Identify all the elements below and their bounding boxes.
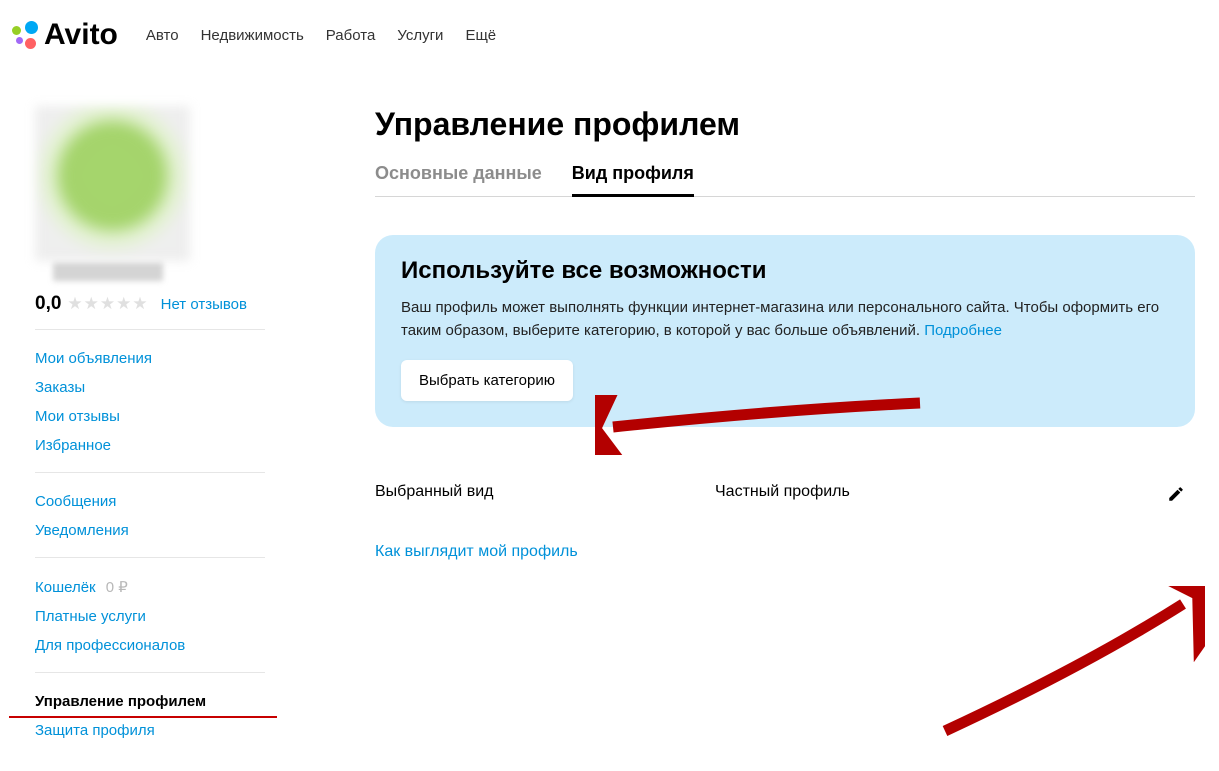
nav-services[interactable]: Услуги <box>397 27 443 44</box>
sidebar-group-1: Мои объявления Заказы Мои отзывы Избранн… <box>35 344 265 473</box>
nav-realty[interactable]: Недвижимость <box>201 27 304 44</box>
choose-category-button[interactable]: Выбрать категорию <box>401 360 573 401</box>
sidebar-item-manage-profile[interactable]: Управление профилем <box>35 687 265 716</box>
nav-more[interactable]: Ещё <box>465 27 496 44</box>
sidebar-item-reviews[interactable]: Мои отзывы <box>35 402 265 431</box>
promo-more-link[interactable]: Подробнее <box>924 322 1002 339</box>
wallet-label: Кошелёк <box>35 579 96 596</box>
logo-dots-icon <box>10 20 40 50</box>
sidebar-item-security[interactable]: Защита профиля <box>35 716 265 745</box>
top-header: Avito Авто Недвижимость Работа Услуги Ещ… <box>0 0 1219 70</box>
avatar[interactable] <box>35 106 190 261</box>
sidebar-item-notifications[interactable]: Уведомления <box>35 516 265 545</box>
selected-view-value: Частный профиль <box>715 483 1195 501</box>
sidebar-item-pro[interactable]: Для профессионалов <box>35 631 265 660</box>
profile-preview-link-row: Как выглядит мой профиль <box>375 543 1195 561</box>
promo-text: Ваш профиль может выполнять функции инте… <box>401 297 1169 342</box>
brand-text: Avito <box>44 18 118 52</box>
sidebar-group-2: Сообщения Уведомления <box>35 487 265 558</box>
rating-row: 0,0 ★★★★★ Нет отзывов <box>35 291 265 330</box>
top-nav: Авто Недвижимость Работа Услуги Ещё <box>146 27 496 44</box>
selected-view-row: Выбранный вид Частный профиль <box>375 483 1195 501</box>
nav-auto[interactable]: Авто <box>146 27 179 44</box>
promo-banner: Используйте все возможности Ваш профиль … <box>375 235 1195 427</box>
wallet-amount: 0 ₽ <box>106 579 128 596</box>
sidebar-item-paid[interactable]: Платные услуги <box>35 602 265 631</box>
sidebar-item-messages[interactable]: Сообщения <box>35 487 265 516</box>
rating-value: 0,0 <box>35 293 61 315</box>
edit-icon[interactable] <box>1167 485 1185 503</box>
stars-icon: ★★★★★ <box>67 294 148 314</box>
sidebar-group-3: Кошелёк 0 ₽ Платные услуги Для профессио… <box>35 572 265 673</box>
promo-title: Используйте все возможности <box>401 257 1169 285</box>
sidebar: 0,0 ★★★★★ Нет отзывов Мои объявления Зак… <box>35 106 265 771</box>
profile-preview-link[interactable]: Как выглядит мой профиль <box>375 543 578 560</box>
tabs: Основные данные Вид профиля <box>375 163 1195 197</box>
selected-view-label: Выбранный вид <box>375 483 715 501</box>
annotation-arrow-icon <box>935 586 1205 736</box>
tab-profile-view[interactable]: Вид профиля <box>572 163 694 197</box>
no-reviews-link[interactable]: Нет отзывов <box>161 296 247 313</box>
sidebar-item-favorites[interactable]: Избранное <box>35 431 265 460</box>
sidebar-item-ads[interactable]: Мои объявления <box>35 344 265 373</box>
page-title: Управление профилем <box>375 106 1195 143</box>
content: Управление профилем Основные данные Вид … <box>375 106 1195 771</box>
username-blurred <box>53 263 163 281</box>
sidebar-group-4: Управление профилем Защита профиля <box>35 687 265 757</box>
tab-basic[interactable]: Основные данные <box>375 163 542 196</box>
nav-jobs[interactable]: Работа <box>326 27 376 44</box>
sidebar-item-wallet[interactable]: Кошелёк 0 ₽ <box>35 572 265 602</box>
sidebar-item-orders[interactable]: Заказы <box>35 373 265 402</box>
avito-logo[interactable]: Avito <box>10 18 118 52</box>
